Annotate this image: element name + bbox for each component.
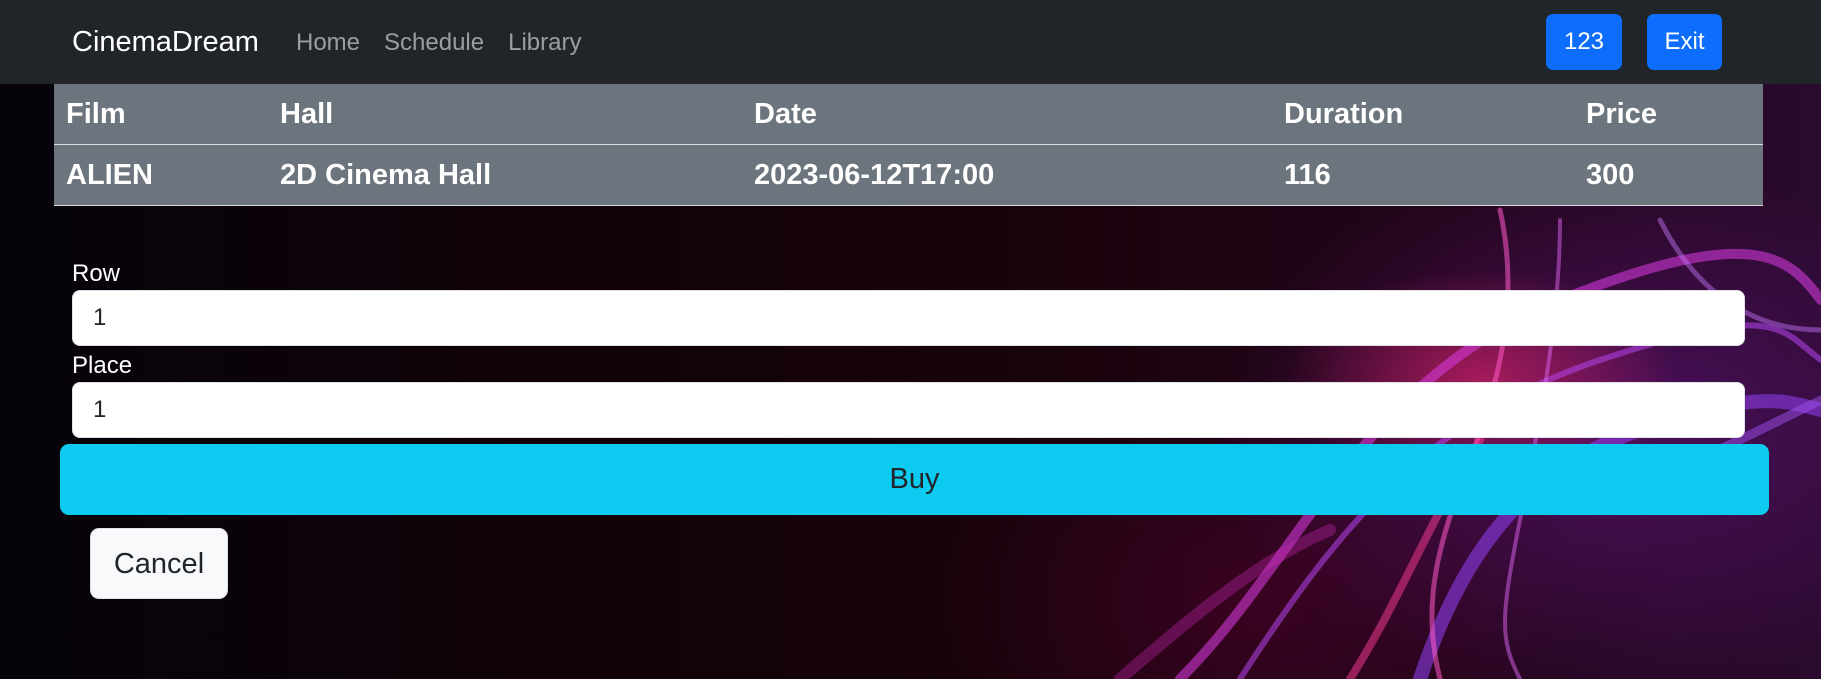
- cell-date: 2023-06-12T17:00: [742, 144, 1272, 206]
- nav-link-home[interactable]: Home: [296, 27, 360, 59]
- cell-film: ALIEN: [54, 144, 268, 206]
- top-navbar: CinemaDream Home Schedule Library 123 Ex…: [0, 0, 1821, 84]
- cell-price: 300: [1574, 144, 1763, 206]
- brand-logo[interactable]: CinemaDream: [72, 24, 259, 60]
- table-row: ALIEN 2D Cinema Hall 2023-06-12T17:00 11…: [54, 144, 1763, 206]
- place-input-value: 1: [93, 396, 107, 423]
- row-input[interactable]: 1: [72, 290, 1745, 346]
- place-label: Place: [72, 352, 133, 379]
- cancel-button[interactable]: Cancel: [90, 528, 228, 599]
- nav-link-library[interactable]: Library: [508, 27, 581, 59]
- user-button[interactable]: 123: [1546, 14, 1622, 70]
- nav-link-schedule[interactable]: Schedule: [384, 27, 484, 59]
- exit-button[interactable]: Exit: [1647, 14, 1722, 70]
- session-table: Film Hall Date Duration Price ALIEN 2D C…: [54, 84, 1763, 206]
- cell-hall: 2D Cinema Hall: [268, 144, 742, 206]
- nav-links: Home Schedule Library: [296, 27, 581, 59]
- place-input[interactable]: 1: [72, 382, 1745, 438]
- column-header-price: Price: [1574, 84, 1763, 145]
- column-header-duration: Duration: [1272, 84, 1574, 145]
- cell-duration: 116: [1272, 144, 1574, 206]
- buy-button[interactable]: Buy: [60, 444, 1769, 515]
- column-header-hall: Hall: [268, 84, 742, 145]
- row-input-value: 1: [93, 304, 107, 331]
- column-header-date: Date: [742, 84, 1272, 145]
- row-label: Row: [72, 260, 121, 287]
- table-header-row: Film Hall Date Duration Price: [54, 84, 1763, 145]
- column-header-film: Film: [54, 84, 268, 145]
